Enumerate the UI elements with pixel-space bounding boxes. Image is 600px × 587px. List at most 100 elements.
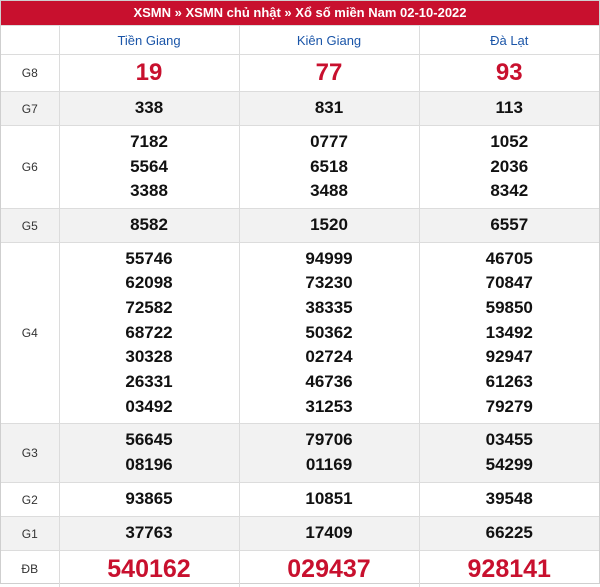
result-cell: 7182 5564 3388 xyxy=(59,126,239,209)
result-cell: 6557 xyxy=(419,209,599,243)
prize-label: G7 xyxy=(1,92,59,126)
result-number: 93 xyxy=(420,56,600,90)
result-number: 56645 xyxy=(60,428,239,453)
result-number: 03492 xyxy=(60,395,239,420)
result-number: 50362 xyxy=(240,321,419,346)
result-number: 66225 xyxy=(420,521,600,546)
result-number: 8582 xyxy=(60,213,239,238)
prize-row-g7: G7 338 831 113 xyxy=(1,92,599,126)
result-number: 54299 xyxy=(420,453,600,478)
result-number: 1052 xyxy=(420,130,600,155)
result-cell: 03455 54299 xyxy=(419,424,599,483)
result-cell: 1520 xyxy=(239,209,419,243)
result-number: 08196 xyxy=(60,453,239,478)
result-number: 1520 xyxy=(240,213,419,238)
result-number: 72582 xyxy=(60,296,239,321)
header-empty-cell xyxy=(1,26,59,55)
result-number: 38335 xyxy=(240,296,419,321)
result-number: 77 xyxy=(240,56,419,90)
result-number: 7182 xyxy=(60,130,239,155)
result-number: 55746 xyxy=(60,247,239,272)
result-number: 62098 xyxy=(60,271,239,296)
result-number: 6518 xyxy=(240,155,419,180)
prize-label: G3 xyxy=(1,424,59,483)
result-cell: 19 xyxy=(59,55,239,92)
result-number: 59850 xyxy=(420,296,600,321)
prize-row-g2: G2 93865 10851 39548 xyxy=(1,483,599,517)
result-cell: 46705 70847 59850 13492 92947 61263 7927… xyxy=(419,243,599,424)
result-number: 92947 xyxy=(420,345,600,370)
result-number: 19 xyxy=(60,56,239,90)
prize-label: G2 xyxy=(1,483,59,517)
result-cell: 94999 73230 38335 50362 02724 46736 3125… xyxy=(239,243,419,424)
result-cell: 93 xyxy=(419,55,599,92)
result-cell: 540162 xyxy=(59,551,239,587)
prize-label: ĐB xyxy=(1,551,59,587)
result-number: 0777 xyxy=(240,130,419,155)
result-cell: 56645 08196 xyxy=(59,424,239,483)
page-title: XSMN » XSMN chủ nhật » Xổ số miền Nam 02… xyxy=(1,1,599,25)
result-number: 39548 xyxy=(420,487,600,512)
result-number: 68722 xyxy=(60,321,239,346)
prize-label: G6 xyxy=(1,126,59,209)
result-number: 01169 xyxy=(240,453,419,478)
special-prize-number: 540162 xyxy=(60,552,239,586)
result-number: 338 xyxy=(60,96,239,121)
result-number: 61263 xyxy=(420,370,600,395)
result-number: 93865 xyxy=(60,487,239,512)
result-number: 79706 xyxy=(240,428,419,453)
prize-row-g5: G5 8582 1520 6557 xyxy=(1,209,599,243)
result-number: 73230 xyxy=(240,271,419,296)
prize-label: G5 xyxy=(1,209,59,243)
result-cell: 029437 xyxy=(239,551,419,587)
result-cell: 831 xyxy=(239,92,419,126)
result-cell: 79706 01169 xyxy=(239,424,419,483)
result-cell: 338 xyxy=(59,92,239,126)
result-number: 17409 xyxy=(240,521,419,546)
result-cell: 55746 62098 72582 68722 30328 26331 0349… xyxy=(59,243,239,424)
prize-row-g6: G6 7182 5564 3388 0777 6518 3488 1052 20… xyxy=(1,126,599,209)
province-tien-giang[interactable]: Tiền Giang xyxy=(59,26,239,55)
result-cell: 928141 xyxy=(419,551,599,587)
prize-row-g4: G4 55746 62098 72582 68722 30328 26331 0… xyxy=(1,243,599,424)
prize-row-g1: G1 37763 17409 66225 xyxy=(1,517,599,551)
result-number: 113 xyxy=(420,96,600,121)
special-prize-number: 928141 xyxy=(420,552,600,586)
province-da-lat[interactable]: Đà Lạt xyxy=(419,26,599,55)
prize-row-g8: G8 19 77 93 xyxy=(1,55,599,92)
result-number: 10851 xyxy=(240,487,419,512)
result-number: 13492 xyxy=(420,321,600,346)
result-cell: 8582 xyxy=(59,209,239,243)
prize-label: G8 xyxy=(1,55,59,92)
result-cell: 1052 2036 8342 xyxy=(419,126,599,209)
result-number: 79279 xyxy=(420,395,600,420)
result-number: 30328 xyxy=(60,345,239,370)
result-number: 70847 xyxy=(420,271,600,296)
result-number: 3388 xyxy=(60,179,239,204)
result-number: 8342 xyxy=(420,179,600,204)
result-number: 03455 xyxy=(420,428,600,453)
result-number: 2036 xyxy=(420,155,600,180)
result-cell: 17409 xyxy=(239,517,419,551)
result-cell: 66225 xyxy=(419,517,599,551)
result-cell: 37763 xyxy=(59,517,239,551)
result-number: 31253 xyxy=(240,395,419,420)
result-number: 46705 xyxy=(420,247,600,272)
result-number: 6557 xyxy=(420,213,600,238)
lottery-results-panel: XSMN » XSMN chủ nhật » Xổ số miền Nam 02… xyxy=(0,0,600,584)
province-kien-giang[interactable]: Kiên Giang xyxy=(239,26,419,55)
result-cell: 113 xyxy=(419,92,599,126)
province-header-row: Tiền Giang Kiên Giang Đà Lạt xyxy=(1,26,599,55)
result-number: 94999 xyxy=(240,247,419,272)
special-prize-number: 029437 xyxy=(240,552,419,586)
result-number: 3488 xyxy=(240,179,419,204)
prize-label: G4 xyxy=(1,243,59,424)
result-cell: 93865 xyxy=(59,483,239,517)
result-number: 26331 xyxy=(60,370,239,395)
result-number: 02724 xyxy=(240,345,419,370)
results-table: Tiền Giang Kiên Giang Đà Lạt G8 19 77 93… xyxy=(1,25,599,587)
result-number: 5564 xyxy=(60,155,239,180)
result-number: 37763 xyxy=(60,521,239,546)
result-cell: 77 xyxy=(239,55,419,92)
prize-label: G1 xyxy=(1,517,59,551)
